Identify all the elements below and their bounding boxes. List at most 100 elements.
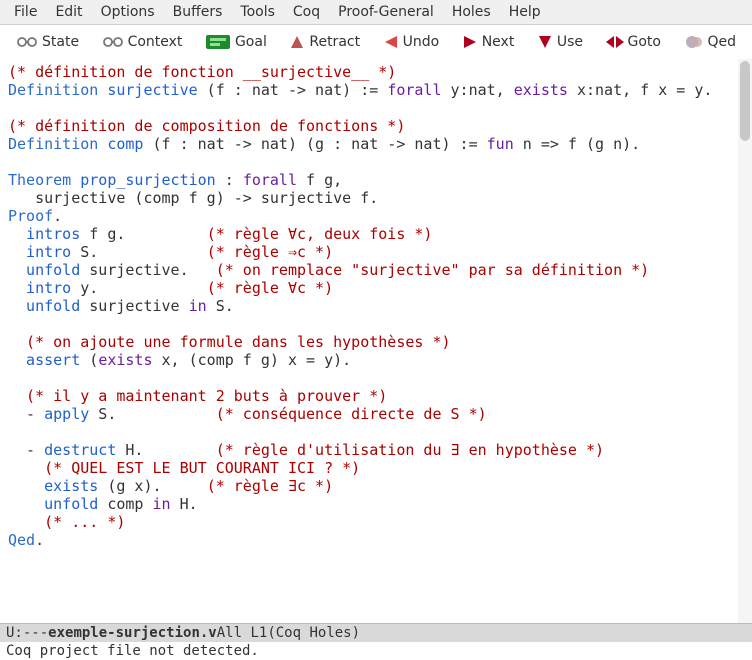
next-label: Next: [482, 34, 515, 50]
menu-proof-general[interactable]: Proof-General: [330, 2, 444, 22]
goto-button[interactable]: Goto: [600, 32, 667, 52]
goal-label: Goal: [235, 34, 267, 50]
code-tactic: intro: [8, 243, 71, 261]
code-ident: surjective: [98, 81, 197, 99]
code-ident: comp: [98, 135, 143, 153]
menu-options[interactable]: Options: [93, 2, 165, 22]
state-label: State: [42, 34, 79, 50]
code-tactic: unfold: [8, 495, 98, 513]
code-tactic: assert: [8, 351, 80, 369]
code-keyword: Proof: [8, 207, 53, 225]
qed-button[interactable]: Qed: [678, 32, 743, 52]
code-text: surjective.: [80, 261, 215, 279]
next-button[interactable]: Next: [456, 32, 521, 52]
code-text: y.: [71, 279, 206, 297]
menu-holes[interactable]: Holes: [444, 2, 501, 22]
goal-icon: [205, 34, 231, 50]
menu-tools[interactable]: Tools: [232, 2, 285, 22]
code-tactic: apply: [44, 405, 89, 423]
menubar: File Edit Options Buffers Tools Coq Proo…: [0, 0, 752, 25]
code-text: :: [216, 171, 243, 189]
undo-button[interactable]: Undo: [377, 32, 446, 52]
modeline-left: U:---: [6, 625, 48, 641]
code-text: -: [8, 405, 44, 423]
scrollbar-thumb[interactable]: [740, 61, 750, 141]
code-text: (f : nat -> nat) :=: [198, 81, 388, 99]
code-comment: (* règle ∀c *): [207, 279, 333, 297]
code-comment: (* règle ∃c *): [207, 477, 333, 495]
menu-buffers[interactable]: Buffers: [165, 2, 233, 22]
code-comment: (* définition de fonction __surjective__…: [8, 63, 396, 81]
code-keyword: exists: [98, 351, 152, 369]
code-tactic: destruct: [44, 441, 116, 459]
code-text: surjective (comp f g) -> surjective f.: [8, 189, 378, 207]
code-comment: (* règle ⇒c *): [207, 243, 333, 261]
code-comment: (* il y a maintenant 2 buts à prouver *): [8, 387, 387, 405]
code-tactic: unfold: [8, 261, 80, 279]
menu-file[interactable]: File: [6, 2, 47, 22]
menu-coq[interactable]: Coq: [285, 2, 330, 22]
scrollbar[interactable]: [738, 59, 752, 623]
code-text: H.: [116, 441, 215, 459]
modeline-pos: All L1: [217, 625, 268, 641]
code-comment: (* conséquence directe de S *): [216, 405, 487, 423]
code-comment: (* règle ∀c, deux fois *): [207, 225, 433, 243]
next-icon: [462, 34, 478, 50]
code-comment: (* on remplace "surjective" par sa défin…: [216, 261, 649, 279]
code-text: .: [35, 531, 44, 549]
code-text: f g.: [80, 225, 206, 243]
undo-label: Undo: [403, 34, 440, 50]
use-icon: [537, 34, 553, 50]
minibuffer: Coq project file not detected.: [0, 642, 752, 660]
code-keyword: Definition: [8, 135, 98, 153]
code-comment: (* définition de composition de fonction…: [8, 117, 405, 135]
code-keyword: Definition: [8, 81, 98, 99]
code-text: S.: [89, 405, 215, 423]
code-text: n => f (g n).: [514, 135, 640, 153]
retract-button[interactable]: Retract: [283, 32, 366, 52]
code-text: .: [53, 207, 62, 225]
qed-icon: [684, 34, 704, 50]
menu-help[interactable]: Help: [501, 2, 551, 22]
goto-label: Goto: [628, 34, 661, 50]
goto-icon: [606, 34, 624, 50]
menu-edit[interactable]: Edit: [47, 2, 92, 22]
code-text: y:nat,: [442, 81, 514, 99]
code-text: H.: [171, 495, 198, 513]
code-comment: (* ... *): [8, 513, 125, 531]
modeline: U:--- exemple-surjection.v All L1 (Coq H…: [0, 623, 752, 642]
use-button[interactable]: Use: [531, 32, 589, 52]
goal-button[interactable]: Goal: [199, 32, 273, 52]
glasses-icon: [16, 35, 38, 49]
qed-label: Qed: [708, 34, 737, 50]
code-tactic: intros: [8, 225, 80, 243]
state-button[interactable]: State: [10, 32, 85, 52]
code-ident: prop_surjection: [71, 171, 216, 189]
minibuffer-msg: Coq project file not detected.: [6, 643, 259, 659]
modeline-filename: exemple-surjection.v: [48, 625, 217, 641]
code-keyword: exists: [514, 81, 568, 99]
code-text: (: [80, 351, 98, 369]
code-keyword: in: [153, 495, 171, 513]
glasses-icon: [102, 35, 124, 49]
retract-icon: [289, 34, 305, 50]
undo-icon: [383, 34, 399, 50]
modeline-modes: (Coq Holes): [267, 625, 360, 641]
retract-label: Retract: [309, 34, 360, 50]
code-text: f g,: [297, 171, 342, 189]
code-tactic: intro: [8, 279, 71, 297]
code-keyword: Qed: [8, 531, 35, 549]
code-tactic: exists: [8, 477, 98, 495]
source-code[interactable]: (* définition de fonction __surjective__…: [0, 59, 752, 553]
code-text: x, (comp f g) x = y).: [153, 351, 352, 369]
editor[interactable]: (* définition de fonction __surjective__…: [0, 59, 752, 623]
context-button[interactable]: Context: [96, 32, 189, 52]
code-text: comp: [98, 495, 152, 513]
code-text: surjective: [80, 297, 188, 315]
code-keyword: Theorem: [8, 171, 71, 189]
code-comment: (* règle d'utilisation du ∃ en hypothèse…: [216, 441, 604, 459]
code-text: (g x).: [98, 477, 206, 495]
context-label: Context: [128, 34, 183, 50]
code-keyword: in: [189, 297, 207, 315]
code-comment: (* on ajoute une formule dans les hypoth…: [8, 333, 451, 351]
